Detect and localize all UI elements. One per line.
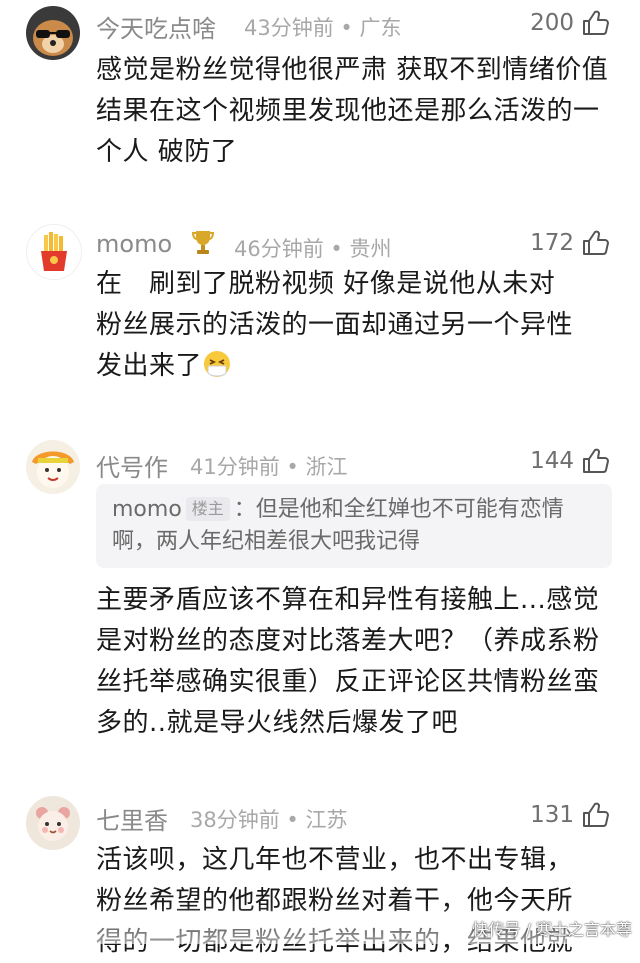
like-count: 131 xyxy=(530,802,574,828)
comment-text: 主要矛盾应该不算在和异性有接触上...感觉是对粉丝的态度对比落差大吧？（养成系粉… xyxy=(96,585,600,738)
like-count: 172 xyxy=(530,230,574,256)
like-button[interactable]: 144 xyxy=(530,446,610,476)
comment-username[interactable]: 代号作 xyxy=(96,448,168,483)
comment-location: 江苏 xyxy=(305,808,348,832)
avatar[interactable] xyxy=(26,440,80,494)
comment-text: 在 刷到了脱粉视频 好像是说他从未对 粉丝展示的活泼的一面却通过另一个异性 发出… xyxy=(96,269,574,381)
comment-meta: 41分钟前 • 浙江 xyxy=(190,455,348,479)
comment-meta: 38分钟前 • 江苏 xyxy=(190,808,348,832)
fries-avatar xyxy=(27,225,81,279)
cartoon-bear-avatar xyxy=(26,796,80,850)
comment-text: 活该呗，这几年也不营业，也不出专辑， 粉丝希望的他都跟粉丝对着干，他今天所 得的… xyxy=(96,845,574,957)
quote-text: ：但是他和全红婵也不可能有恋情 xyxy=(233,497,564,522)
thumbs-up-icon xyxy=(580,8,610,38)
avatar[interactable] xyxy=(26,6,80,60)
comment-time: 41分钟前 xyxy=(190,455,280,479)
avatar[interactable] xyxy=(26,224,82,280)
dog-with-sunglasses-avatar xyxy=(26,6,80,60)
like-button[interactable]: 200 xyxy=(530,8,610,38)
comment-meta: 46分钟前 • 贵州 xyxy=(234,237,392,261)
like-count: 200 xyxy=(530,10,574,36)
comment-location: 广东 xyxy=(359,16,402,40)
like-button[interactable]: 172 xyxy=(530,228,610,258)
comment-username[interactable]: 今天吃点啥 xyxy=(96,9,216,44)
like-count: 144 xyxy=(530,448,574,474)
comment-username[interactable]: 七里香 xyxy=(96,801,168,836)
quote-username: momo xyxy=(112,497,182,522)
comment-time: 43分钟前 xyxy=(244,16,334,40)
comment-time: 38分钟前 xyxy=(190,808,280,832)
comment-time: 46分钟前 xyxy=(234,237,324,261)
comment-location: 浙江 xyxy=(305,455,348,479)
comment-username[interactable]: momo xyxy=(96,230,172,258)
thumbs-up-icon xyxy=(580,228,610,258)
thumbs-up-icon xyxy=(580,446,610,476)
cartoon-character-avatar xyxy=(26,440,80,494)
like-button[interactable]: 131 xyxy=(530,800,610,830)
trophy-icon xyxy=(190,228,216,256)
thumbs-up-icon xyxy=(580,800,610,830)
comment-text: 感觉是粉丝觉得他很严肃 获取不到情绪价值 结果在这个视频里发现他还是那么活泼的一… xyxy=(96,55,609,167)
comment-location: 贵州 xyxy=(349,237,392,261)
watermark: 快传号 / 寒士之言本尊 xyxy=(472,920,632,939)
quoted-reply[interactable]: momo 楼主 ：但是他和全红婵也不可能有恋情 啊，两人年纪相差很大吧我记得 xyxy=(96,484,612,568)
sneeze-emoji-icon xyxy=(202,349,232,379)
avatar[interactable] xyxy=(26,796,80,850)
comment-meta: 43分钟前 • 广东 xyxy=(244,16,402,40)
op-badge: 楼主 xyxy=(185,497,230,521)
